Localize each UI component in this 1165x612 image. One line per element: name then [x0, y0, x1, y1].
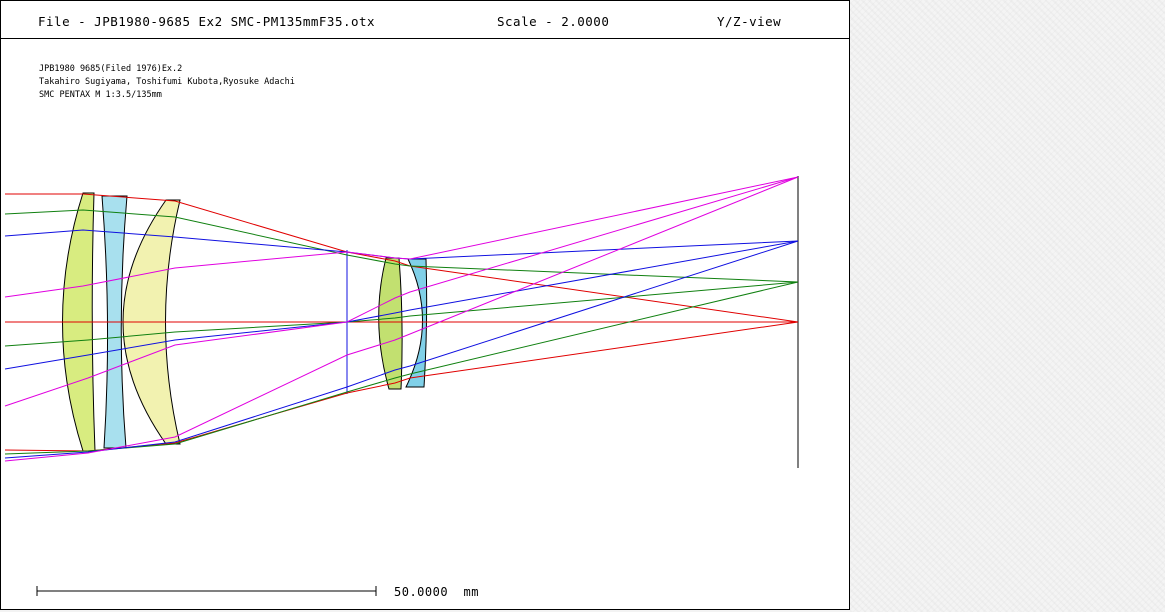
background-texture — [850, 0, 1165, 612]
lens-layout-diagram — [4, 176, 799, 596]
lens-element-5 — [405, 258, 428, 388]
